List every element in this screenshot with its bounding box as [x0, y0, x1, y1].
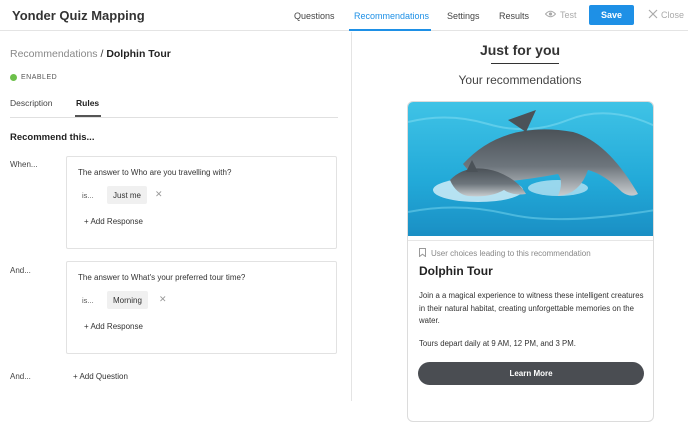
recommendation-card: User choices leading to this recommendat… [407, 101, 654, 422]
card-divider [408, 240, 653, 241]
dolphin-image [408, 102, 653, 236]
eye-icon [544, 10, 557, 20]
breadcrumb-separator: / [100, 48, 104, 60]
add-question-button[interactable]: + Add Question [73, 372, 128, 381]
rule-card: The answer to What's your preferred tour… [66, 261, 337, 354]
remove-response-icon[interactable]: ✕ [159, 295, 167, 304]
rule-card: The answer to Who are you travelling wit… [66, 156, 337, 249]
remove-response-icon[interactable]: ✕ [155, 190, 163, 199]
recommendation-description: Join a a magical experience to witness t… [419, 291, 644, 325]
save-button[interactable]: Save [589, 5, 634, 25]
rule-editor-panel: Recommendations / Dolphin Tour ENABLED D… [0, 32, 351, 401]
rule-connector: When... [10, 160, 38, 169]
breadcrumb: Recommendations / Dolphin Tour [10, 48, 171, 60]
breadcrumb-current: Dolphin Tour [106, 48, 171, 60]
add-response-button[interactable]: + Add Response [84, 217, 143, 226]
test-label: Test [560, 10, 577, 20]
rule-question: The answer to What's your preferred tour… [78, 273, 246, 282]
response-chip[interactable]: Just me [107, 186, 148, 204]
response-chip[interactable]: Morning [107, 291, 148, 309]
user-choices-link[interactable]: User choices leading to this recommendat… [419, 248, 591, 259]
recommendation-title: Dolphin Tour [419, 264, 493, 278]
rule-operator: is... [82, 296, 94, 305]
preview-subheading: Your recommendations [458, 73, 582, 87]
status-dot-icon [10, 74, 17, 81]
close-label: Close [661, 10, 685, 20]
tab-settings[interactable]: Settings [447, 11, 480, 21]
test-button[interactable]: Test [544, 10, 577, 20]
rule-connector: And... [10, 372, 31, 381]
app-title: Yonder Quiz Mapping E> [12, 8, 144, 23]
user-choices-label: User choices leading to this recommendat… [431, 249, 591, 258]
close-icon [648, 9, 658, 21]
rule-connector: And... [10, 266, 31, 275]
status-label: ENABLED [21, 74, 58, 81]
section-title: Recommend this... [10, 132, 95, 143]
heading-underline [491, 63, 559, 64]
top-bar: Yonder Quiz Mapping E> Questions Recomme… [0, 0, 688, 31]
subtab-rules[interactable]: Rules [76, 98, 99, 108]
rule-operator: is... [82, 191, 94, 200]
bookmark-icon [419, 248, 426, 259]
subtab-description[interactable]: Description [10, 98, 53, 108]
subtab-divider [10, 117, 338, 118]
active-tab-indicator [349, 29, 431, 31]
breadcrumb-parent[interactable]: Recommendations [10, 48, 98, 60]
tab-recommendations[interactable]: Recommendations [354, 11, 429, 21]
tab-questions[interactable]: Questions [294, 11, 335, 21]
preview-heading: Just for you [479, 42, 561, 58]
learn-more-button[interactable]: Learn More [418, 362, 644, 385]
preview-panel: Just for you Your recommendations User c… [352, 32, 688, 422]
close-button[interactable]: Close [648, 9, 684, 21]
tab-results[interactable]: Results [499, 11, 529, 21]
recommendation-times: Tours depart daily at 9 AM, 12 PM, and 3… [419, 339, 576, 348]
status-badge: ENABLED [10, 74, 57, 81]
rule-question: The answer to Who are you travelling wit… [78, 168, 232, 177]
add-response-button[interactable]: + Add Response [84, 322, 143, 331]
